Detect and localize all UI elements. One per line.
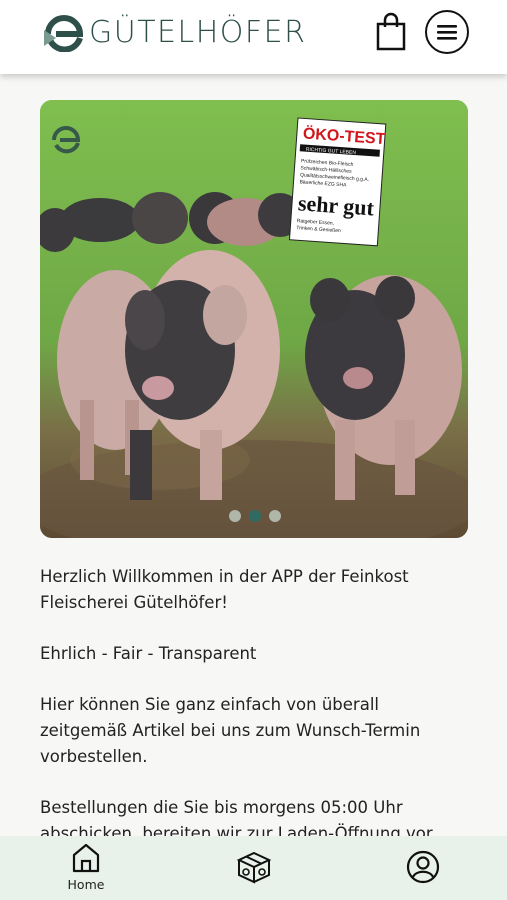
welcome-paragraph-2: Ehrlich - Fair - Transparent xyxy=(40,644,257,663)
svg-text:sehr gut: sehr gut xyxy=(297,190,375,220)
shopping-bag-icon xyxy=(376,12,406,51)
nav-home[interactable]: Home xyxy=(63,842,109,892)
box-icon xyxy=(236,851,272,884)
cart-button[interactable] xyxy=(374,12,408,52)
welcome-paragraph-4: Bestellungen die Sie bis morgens 05:00 U… xyxy=(40,798,437,836)
welcome-paragraph-3: Hier können Sie ganz einfach von überall… xyxy=(40,695,421,766)
nav-home-label: Home xyxy=(67,877,105,892)
main-content[interactable]: ÖKO-TEST RICHTIG GUT LEBEN Prüfzeichen B… xyxy=(0,74,507,836)
nav-account[interactable] xyxy=(406,850,440,888)
welcome-paragraph-1: Herzlich Willkommen in der APP der Feink… xyxy=(40,567,409,612)
bottom-navigation: Home xyxy=(0,836,507,900)
hamburger-menu-icon xyxy=(437,25,457,40)
home-icon xyxy=(72,843,100,873)
carousel-dot-1[interactable] xyxy=(229,510,241,522)
logo-mark-icon xyxy=(44,15,84,52)
brand-logo[interactable]: GÜTELHÖFER xyxy=(42,10,306,54)
user-circle-icon xyxy=(406,850,440,884)
hero-carousel[interactable]: ÖKO-TEST RICHTIG GUT LEBEN Prüfzeichen B… xyxy=(40,100,468,538)
oekotest-badge: ÖKO-TEST RICHTIG GUT LEBEN Prüfzeichen B… xyxy=(288,117,386,247)
welcome-text: Herzlich Willkommen in der APP der Feink… xyxy=(40,564,470,836)
hero-image-pigs: ÖKO-TEST RICHTIG GUT LEBEN Prüfzeichen B… xyxy=(40,100,468,538)
carousel-dots xyxy=(229,510,281,522)
carousel-dot-2[interactable] xyxy=(249,510,261,522)
app-header: GÜTELHÖFER xyxy=(0,0,507,74)
nav-products[interactable] xyxy=(236,850,272,888)
brand-name: GÜTELHÖFER xyxy=(89,14,307,50)
carousel-dot-3[interactable] xyxy=(269,510,281,522)
menu-button[interactable] xyxy=(425,10,469,54)
